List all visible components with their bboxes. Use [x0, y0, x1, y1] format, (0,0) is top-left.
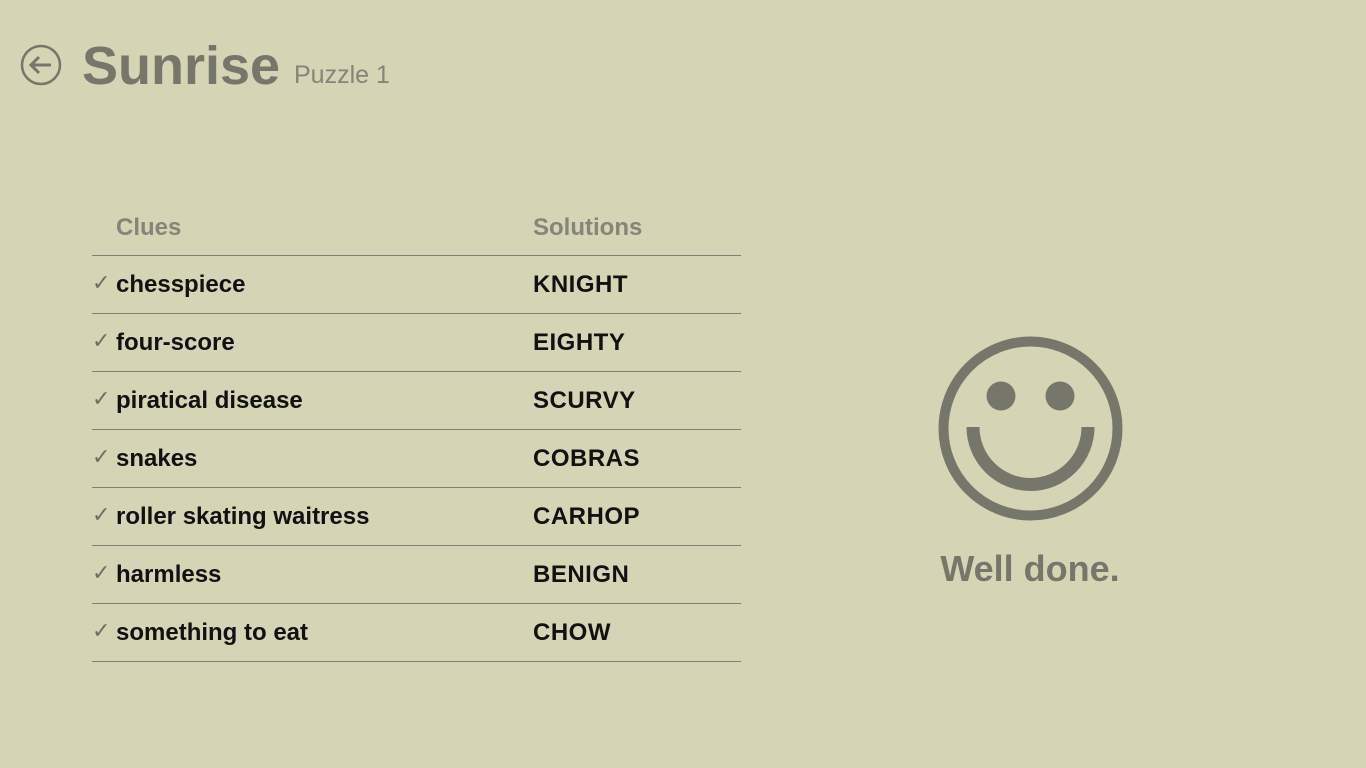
solution-text: CHOW — [533, 619, 611, 646]
clues-column-header: Clues — [116, 214, 182, 241]
table-row: ✓ harmless BENIGN — [92, 546, 741, 604]
clue-text: roller skating waitress — [116, 503, 370, 530]
clue-text: chesspiece — [116, 271, 246, 298]
clue-text: snakes — [116, 445, 198, 472]
table-row: ✓ piratical disease SCURVY — [92, 372, 741, 430]
success-message: Well done. — [940, 548, 1120, 589]
solution-text: CARHOP — [533, 503, 641, 530]
table-row: ✓ four-score EIGHTY — [92, 314, 741, 372]
solutions-column-header: Solutions — [533, 214, 643, 241]
checkmark-icon: ✓ — [92, 329, 111, 354]
solution-text: EIGHTY — [533, 329, 626, 356]
checkmark-icon: ✓ — [92, 619, 111, 644]
solution-text: COBRAS — [533, 445, 641, 472]
solution-text: BENIGN — [533, 561, 630, 588]
clue-text: harmless — [116, 561, 222, 588]
clue-text: four-score — [116, 329, 235, 356]
page-title: Sunrise — [82, 36, 281, 96]
clue-text: something to eat — [116, 619, 309, 646]
page-subtitle: Puzzle 1 — [294, 61, 390, 89]
puzzle-results-page: Sunrise Puzzle 1 Clues Solutions ✓ chess… — [0, 0, 1366, 768]
table-header: Clues Solutions — [92, 208, 741, 256]
solution-text: SCURVY — [533, 387, 636, 414]
solution-text: KNIGHT — [533, 271, 628, 298]
checkmark-icon: ✓ — [92, 387, 111, 412]
back-button[interactable] — [20, 44, 62, 86]
table-row: ✓ roller skating waitress CARHOP — [92, 488, 741, 546]
table-row: ✓ snakes COBRAS — [92, 430, 741, 488]
smiley-face-icon — [937, 335, 1124, 522]
checkmark-icon: ✓ — [92, 271, 111, 296]
clues-table: Clues Solutions ✓ chesspiece KNIGHT ✓ fo… — [92, 208, 741, 662]
table-row: ✓ something to eat CHOW — [92, 604, 741, 662]
table-row: ✓ chesspiece KNIGHT — [92, 256, 741, 314]
clue-text: piratical disease — [116, 387, 303, 414]
back-arrow-icon — [20, 44, 62, 86]
checkmark-icon: ✓ — [92, 445, 111, 470]
checkmark-icon: ✓ — [92, 503, 111, 528]
checkmark-icon: ✓ — [92, 561, 111, 586]
